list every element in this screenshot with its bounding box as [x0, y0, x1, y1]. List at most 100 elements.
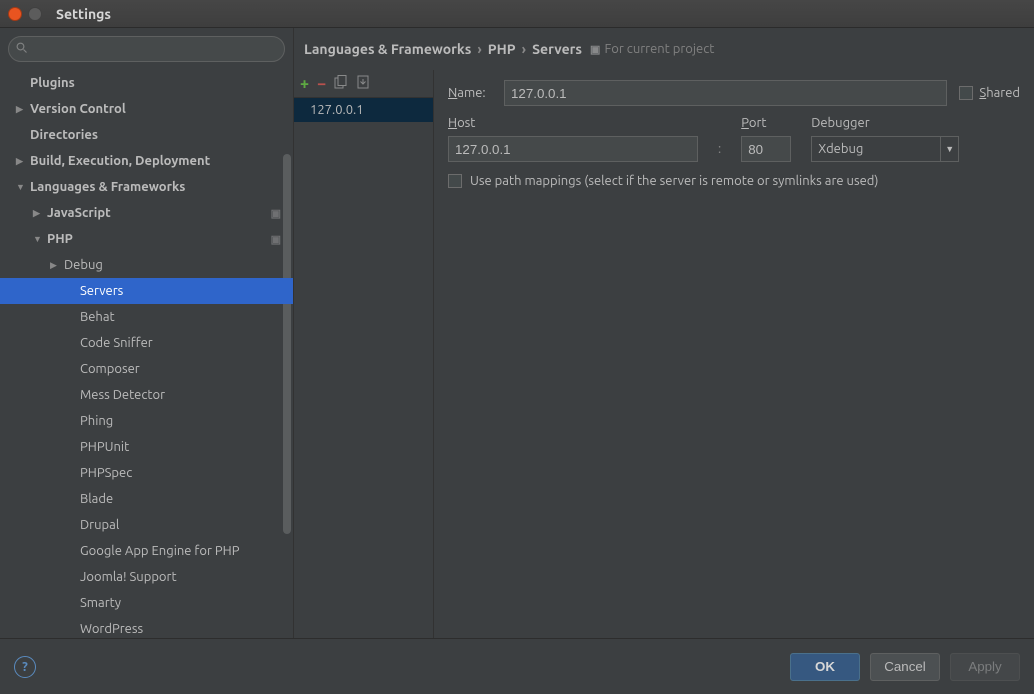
host-column: Host [448, 116, 698, 162]
breadcrumb-part: Languages & Frameworks [304, 41, 471, 57]
tree-item-label: PHPSpec [80, 466, 132, 480]
tree-item-phpunit[interactable]: PHPUnit [0, 434, 293, 460]
tree-item-build-execution-deployment[interactable]: ▶Build, Execution, Deployment [0, 148, 293, 174]
server-toolbar: + − [294, 70, 433, 98]
path-mappings-checkbox[interactable] [448, 174, 462, 188]
cancel-button[interactable]: Cancel [870, 653, 940, 681]
tree-item-label: Drupal [80, 518, 119, 532]
tree-item-label: Google App Engine for PHP [80, 544, 239, 558]
ok-button[interactable]: OK [790, 653, 860, 681]
server-list-panel: + − 127.0.0.1 [294, 70, 434, 638]
breadcrumb-separator: › [522, 41, 526, 57]
server-list-item[interactable]: 127.0.0.1 [294, 98, 433, 122]
server-list: 127.0.0.1 [294, 98, 433, 638]
tree-item-php[interactable]: ▼ PHP ▣ [0, 226, 293, 252]
project-scope-icon: ▣ [271, 207, 281, 220]
tree-item-languages-frameworks[interactable]: ▼ Languages & Frameworks [0, 174, 293, 200]
detail-panel: Languages & Frameworks › PHP › Servers ▣… [294, 28, 1034, 638]
port-column: Port [741, 116, 791, 162]
tree-arrow-icon: ▶ [16, 156, 26, 167]
chevron-down-icon: ▼ [940, 137, 958, 161]
host-row: Host : Port Debugger Xdebug ▼ [448, 116, 1020, 162]
tree-item-label: Composer [80, 362, 140, 376]
host-input[interactable] [448, 136, 698, 162]
search-container [0, 28, 293, 70]
tree-item-label: Servers [80, 284, 123, 298]
settings-tree[interactable]: Plugins ▶ Version Control Directories ▶Build… [0, 70, 293, 638]
shared-checkbox-container[interactable]: Shared [959, 86, 1020, 100]
tree-item-blade[interactable]: Blade [0, 486, 293, 512]
tree-item-label: Code Sniffer [80, 336, 153, 350]
debugger-select[interactable]: Xdebug ▼ [811, 136, 959, 162]
port-input[interactable] [741, 136, 791, 162]
tree-item-joomla-support[interactable]: Joomla! Support [0, 564, 293, 590]
tree-item-plugins[interactable]: Plugins [0, 70, 293, 96]
tree-item-servers[interactable]: Servers [0, 278, 293, 304]
dialog-footer: ? OK Cancel Apply [0, 638, 1034, 694]
tree-arrow-icon: ▼ [16, 182, 26, 192]
tree-item-phing[interactable]: Phing [0, 408, 293, 434]
help-button[interactable]: ? [14, 656, 36, 678]
server-list-item-label: 127.0.0.1 [310, 103, 364, 117]
tree-item-javascript[interactable]: ▶JavaScript▣ [0, 200, 293, 226]
tree-item-label: Languages & Frameworks [30, 180, 185, 194]
debugger-column: Debugger Xdebug ▼ [811, 116, 959, 162]
tree-item-behat[interactable]: Behat [0, 304, 293, 330]
tree-arrow-icon: ▶ [50, 260, 60, 271]
footer-buttons: OK Cancel Apply [790, 653, 1020, 681]
tree-item-label: PHP [47, 232, 73, 246]
tree-item-label: Behat [80, 310, 115, 324]
tree-item-google-app-engine-for-php[interactable]: Google App Engine for PHP [0, 538, 293, 564]
detail-area: + − 127.0.0.1 Name: [294, 70, 1034, 638]
tree-item-directories[interactable]: Directories [0, 122, 293, 148]
tree-item-label: Debug [64, 258, 103, 272]
import-server-button[interactable] [356, 75, 370, 92]
remove-server-button[interactable]: − [317, 75, 326, 93]
shared-label: Shared [979, 86, 1020, 100]
tree-item-version-control[interactable]: ▶ Version Control [0, 96, 293, 122]
minimize-window-button[interactable] [28, 7, 42, 21]
name-input[interactable] [504, 80, 947, 106]
project-scope-icon: ▣ [590, 43, 600, 56]
tree-item-composer[interactable]: Composer [0, 356, 293, 382]
tree-item-wordpress[interactable]: WordPress [0, 616, 293, 638]
path-mappings-label: Use path mappings (select if the server … [470, 174, 879, 188]
content-area: Plugins ▶ Version Control Directories ▶Build… [0, 28, 1034, 638]
apply-button[interactable]: Apply [950, 653, 1020, 681]
copy-server-button[interactable] [334, 75, 348, 92]
breadcrumb-separator: › [477, 41, 481, 57]
shared-checkbox[interactable] [959, 86, 973, 100]
breadcrumb-scope: For current project [604, 42, 714, 56]
search-icon [16, 42, 28, 54]
path-mappings-row[interactable]: Use path mappings (select if the server … [448, 174, 1020, 188]
tree-item-label: Plugins [30, 76, 75, 90]
tree-arrow-icon: ▼ [33, 234, 43, 244]
tree-item-label: WordPress [80, 622, 143, 636]
tree-item-debug[interactable]: ▶ Debug [0, 252, 293, 278]
debugger-label: Debugger [811, 116, 959, 130]
host-label: Host [448, 116, 698, 130]
tree-item-mess-detector[interactable]: Mess Detector [0, 382, 293, 408]
close-window-button[interactable] [8, 7, 22, 21]
add-server-button[interactable]: + [300, 75, 309, 93]
project-scope-icon: ▣ [271, 233, 281, 246]
window-title: Settings [56, 6, 111, 22]
breadcrumb-part: Servers [532, 41, 582, 57]
tree-arrow-icon: ▶ [16, 104, 26, 115]
titlebar: Settings [0, 0, 1034, 28]
tree-item-smarty[interactable]: Smarty [0, 590, 293, 616]
tree-item-label: Smarty [80, 596, 121, 610]
settings-sidebar: Plugins ▶ Version Control Directories ▶Build… [0, 28, 294, 638]
tree-arrow-icon: ▶ [33, 208, 43, 219]
breadcrumb-part: PHP [488, 41, 516, 57]
tree-item-label: Directories [30, 128, 98, 142]
tree-item-drupal[interactable]: Drupal [0, 512, 293, 538]
tree-item-code-sniffer[interactable]: Code Sniffer [0, 330, 293, 356]
tree-item-phpspec[interactable]: PHPSpec [0, 460, 293, 486]
tree-item-label: Version Control [30, 102, 126, 116]
search-input[interactable] [8, 36, 285, 62]
breadcrumb: Languages & Frameworks › PHP › Servers ▣… [294, 28, 1034, 70]
name-row: Name: Shared [448, 80, 1020, 106]
debugger-value: Xdebug [818, 142, 863, 156]
tree-item-label: Phing [80, 414, 113, 428]
